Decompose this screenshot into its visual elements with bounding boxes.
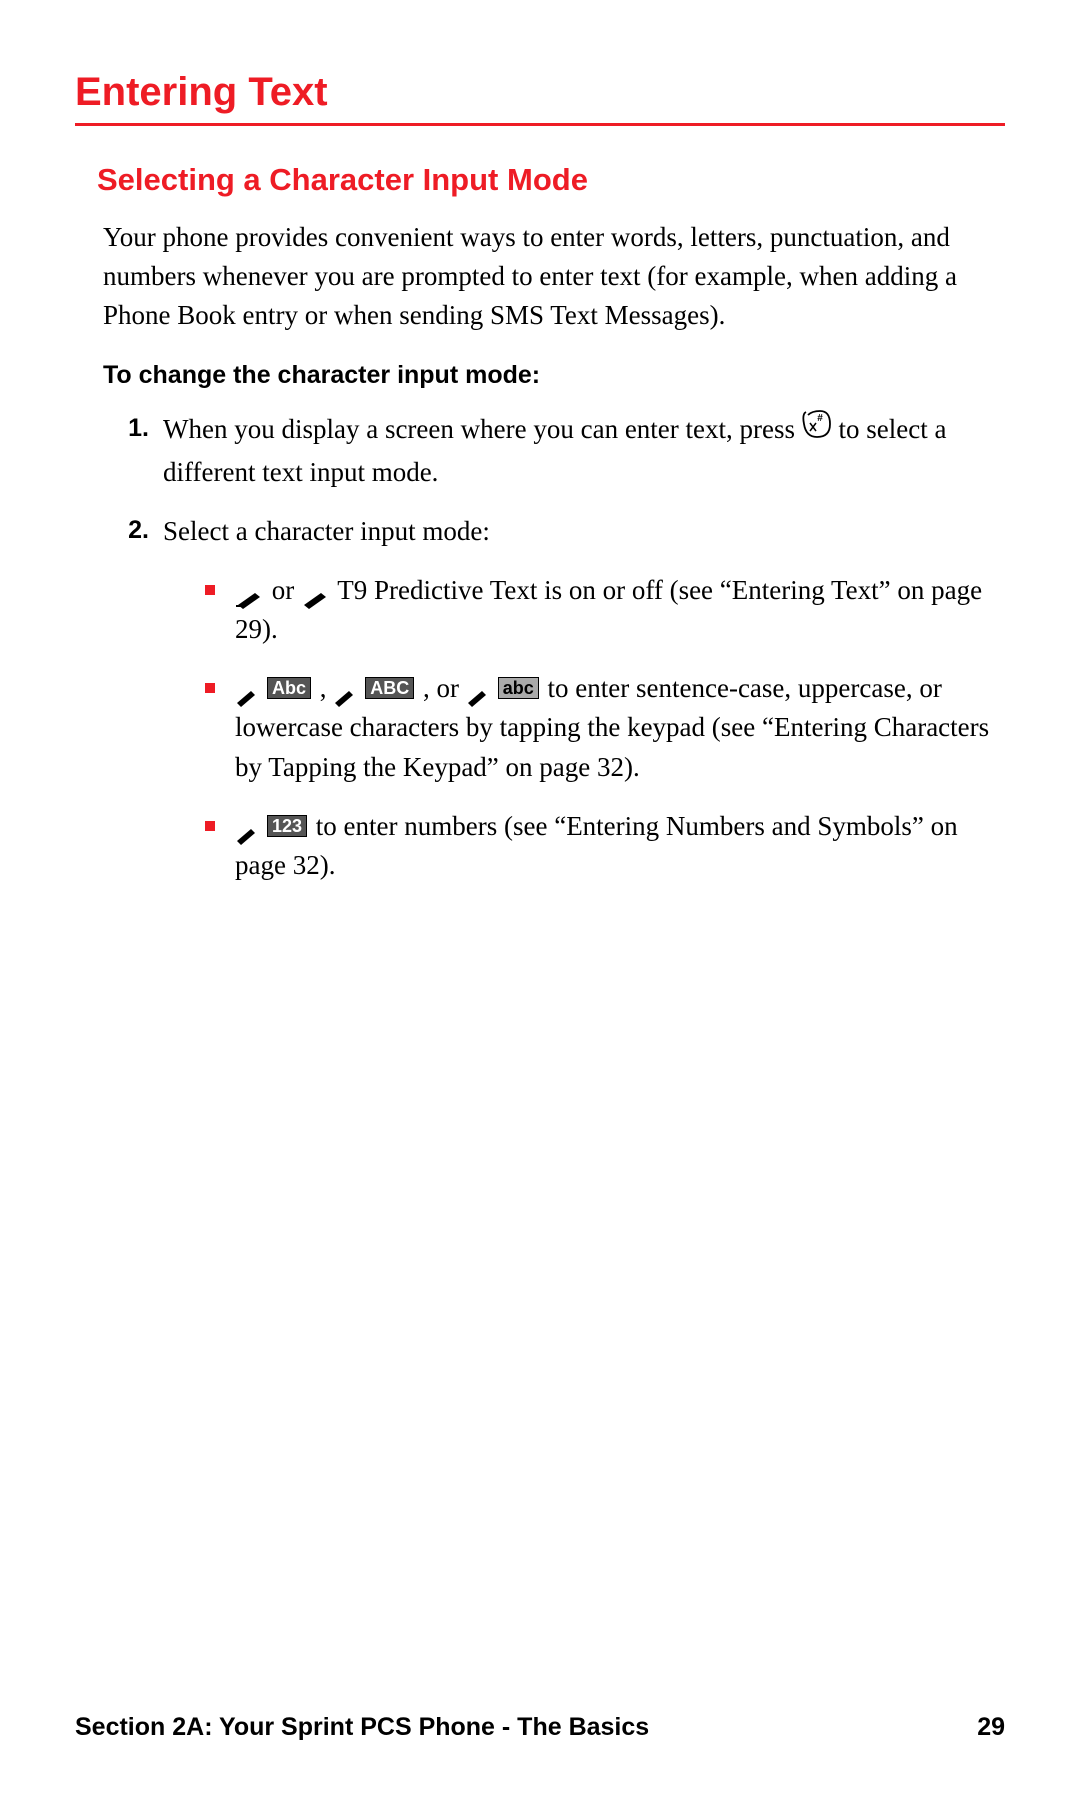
pencil-icon	[333, 679, 363, 699]
bullet-text: or T9 Predictive Text is on or off (see …	[235, 571, 1005, 649]
bullet3-rest: to enter numbers (see “Entering Numbers …	[235, 811, 958, 880]
numbers-label: 123	[267, 815, 307, 837]
hash-key-icon: #	[802, 409, 832, 450]
step1-text-a: When you display a screen where you can …	[163, 414, 802, 444]
instruction-heading: To change the character input mode:	[97, 361, 1005, 390]
bullet-item: or T9 Predictive Text is on or off (see …	[205, 571, 1005, 649]
bullet2-sep1: ,	[320, 673, 334, 703]
page-title: Entering Text	[75, 70, 1005, 126]
pencil-off-icon	[301, 581, 331, 601]
step-text: When you display a screen where you can …	[163, 410, 1005, 492]
step-number: 2.	[121, 512, 163, 551]
step-number: 1.	[121, 410, 163, 492]
bullet-square-icon	[205, 585, 215, 595]
pencil-on-icon	[235, 581, 265, 601]
bullet1-rest: T9 Predictive Text is on or off (see “En…	[235, 575, 982, 644]
section-subtitle: Selecting a Character Input Mode	[97, 162, 1005, 198]
bullet-text: Abc , ABC , or	[235, 669, 1005, 786]
bullet-list: or T9 Predictive Text is on or off (see …	[97, 571, 1005, 885]
bullet2-sep2: , or	[423, 673, 466, 703]
pencil-icon	[235, 817, 265, 837]
bullet-item: Abc , ABC , or	[205, 669, 1005, 786]
bullet-item: 123 to enter numbers (see “Entering Numb…	[205, 807, 1005, 885]
footer-page-number: 29	[977, 1713, 1005, 1742]
svg-text:#: #	[817, 413, 823, 424]
abc-sentence-label: Abc	[267, 677, 311, 699]
pencil-icon	[466, 679, 496, 699]
step-text: Select a character input mode:	[163, 512, 1005, 551]
main-content: Selecting a Character Input Mode Your ph…	[75, 162, 1005, 885]
bullet1-or: or	[272, 575, 301, 605]
step-1: 1. When you display a screen where you c…	[97, 410, 1005, 492]
pencil-icon	[235, 679, 265, 699]
bullet-square-icon	[205, 683, 215, 693]
step-2: 2. Select a character input mode:	[97, 512, 1005, 551]
abc-lower-label: abc	[498, 677, 539, 699]
abc-upper-label: ABC	[365, 677, 414, 699]
intro-paragraph: Your phone provides convenient ways to e…	[97, 218, 1005, 335]
bullet-square-icon	[205, 821, 215, 831]
footer-section-title: Section 2A: Your Sprint PCS Phone - The …	[75, 1713, 649, 1742]
bullet-text: 123 to enter numbers (see “Entering Numb…	[235, 807, 1005, 885]
page-footer: Section 2A: Your Sprint PCS Phone - The …	[75, 1713, 1005, 1742]
